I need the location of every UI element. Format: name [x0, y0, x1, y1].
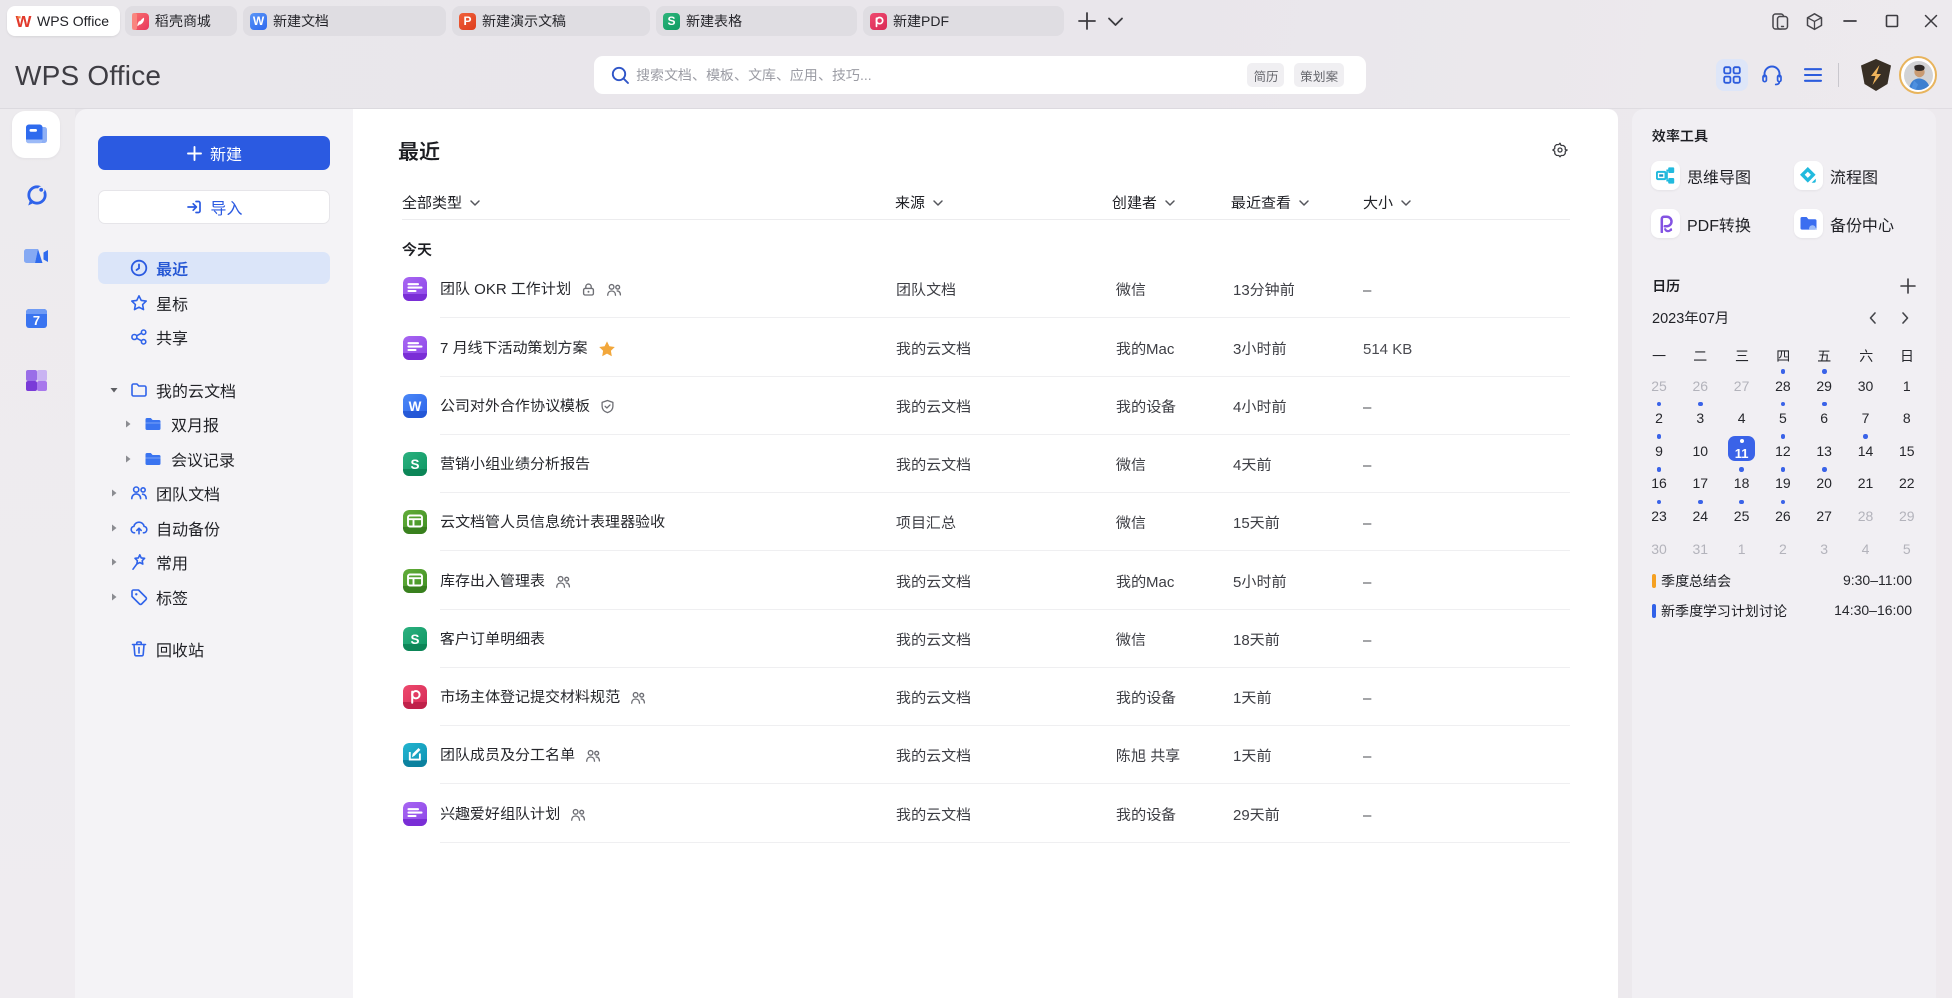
svg-text:7: 7 [33, 313, 40, 328]
svg-text:W: W [16, 13, 33, 29]
